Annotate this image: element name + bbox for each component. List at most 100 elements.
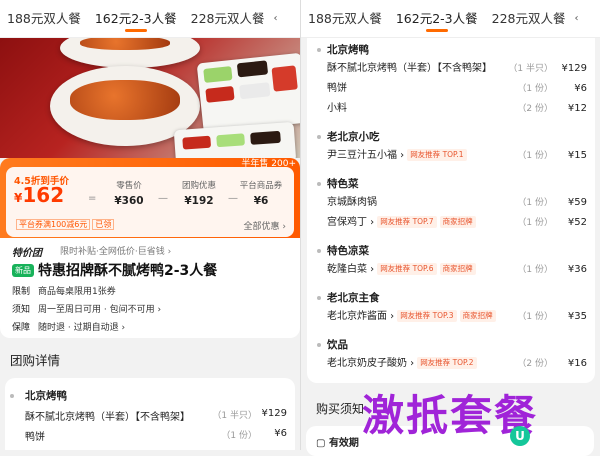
item-qty: （1 份）	[517, 151, 553, 161]
row-value: 周一至周日可用 · 包间不可用 ›	[38, 305, 162, 315]
item-name: 老北京炸酱面 ›	[327, 311, 395, 322]
recommend-tag: 网友推荐 TOP.2	[417, 357, 477, 369]
brand-subtitle[interactable]: 限时补贴·全网低价·巨省钱 ›	[60, 244, 171, 257]
group-title: 老北京主食	[327, 292, 380, 304]
side-cell-2	[216, 133, 245, 148]
price-breakdown: 4.5折到手价 ¥162 = 零售价 ¥360 — 团购优惠 ¥192 — 平台商品…	[6, 167, 294, 237]
group-title: 饮品	[327, 339, 348, 351]
group-title: 北京烤鸭	[327, 44, 369, 56]
row-value: 商品每桌限用1张券	[38, 287, 116, 297]
sugar-cell	[239, 82, 271, 100]
item-price: ¥36	[567, 264, 587, 275]
group-discount: 团购优惠 ¥192	[164, 179, 234, 207]
tabs-more-icon[interactable]: ‹	[272, 13, 278, 24]
side-cell-1	[182, 135, 212, 150]
item-price: ¥6	[274, 428, 287, 439]
platform-value: ¥6	[253, 195, 269, 207]
list-item[interactable]: 老北京奶皮子酸奶 › 网友推荐 TOP.2 （2 份） ¥16	[307, 357, 595, 371]
retail-price: 零售价 ¥360	[94, 179, 164, 207]
item-qty: （1 份）	[517, 312, 553, 322]
tabs-more-icon[interactable]: ‹	[573, 13, 579, 24]
section-title: 团购详情	[10, 353, 61, 368]
list-item[interactable]: 老北京炸酱面 › 网友推荐 TOP.3 商家招牌 （1 份） ¥35	[307, 310, 595, 324]
duck-slices-back	[80, 38, 170, 50]
list-item: 小料 （2 份） ¥12	[307, 102, 595, 116]
item-price: ¥16	[567, 358, 587, 369]
tab-188-double[interactable]: 188元双人餐	[0, 0, 88, 37]
item-qty: （1 份）	[517, 198, 553, 208]
guarantee-row[interactable]: 保障 随时退 · 过期自动退 ›	[12, 320, 125, 333]
item-qty: （1 份）	[517, 84, 553, 94]
tab-228-double[interactable]: 228元双人餐	[184, 0, 272, 37]
hero-image	[0, 38, 300, 158]
item-price: ¥12	[567, 103, 587, 114]
all-coupons-link[interactable]: 全部优惠 ›	[244, 219, 286, 232]
row-key: 须知	[12, 305, 31, 315]
item-name: 老北京奶皮子酸奶 ›	[327, 358, 415, 369]
notice-row[interactable]: 须知 周一至周日可用 · 包间不可用 ›	[12, 302, 161, 315]
item-price: ¥129	[261, 408, 287, 419]
item-qty: （2 份）	[517, 104, 553, 114]
item-name: 鸭饼	[327, 83, 347, 94]
item-qty: （1 份）	[517, 265, 553, 275]
item-qty: （1 半只）	[212, 411, 257, 421]
tab-228-double[interactable]: 228元双人餐	[485, 0, 573, 37]
left-screen: 188元双人餐 162元2-3人餐 228元双人餐 ‹ 半年售 200+ 4.5…	[0, 0, 300, 450]
final-price: ¥162	[14, 183, 64, 207]
list-item: 京城酥肉锅 （1 份） ¥59	[307, 196, 595, 210]
item-name: 酥不腻北京烤鸭（半套）【不含鸭架】	[25, 412, 190, 423]
item-price: ¥129	[561, 63, 587, 74]
recommend-tag: 网友推荐 TOP.7	[377, 216, 437, 228]
coupon-info: 平台券满100减6元 已领	[14, 219, 115, 230]
bullet-icon	[317, 249, 321, 253]
recommend-tag: 网友推荐 TOP.3	[397, 310, 457, 322]
item-name: 乾隆白菜 ›	[327, 264, 375, 275]
side-cell-3	[250, 130, 281, 145]
bullet-icon	[317, 296, 321, 300]
row-key: 保障	[12, 323, 31, 333]
list-item: 酥不腻北京烤鸭（半套）【不含鸭架】 （1 半只） ¥129	[307, 62, 595, 76]
retail-label: 零售价	[116, 181, 142, 191]
recommend-tag: 网友推荐 TOP.6	[377, 263, 437, 275]
list-item[interactable]: 宫保鸡丁 › 网友推荐 TOP.7 商家招牌 （1 份） ¥52	[307, 216, 595, 230]
validity-label: 有效期	[328, 438, 359, 449]
item-qty: （1 半只）	[508, 64, 553, 74]
item-price: ¥35	[567, 311, 587, 322]
recommend-tag: 商家招牌	[459, 310, 496, 322]
limit-row: 限制 商品每桌限用1张券	[12, 284, 116, 297]
recommend-tag: 网友推荐 TOP.1	[407, 149, 467, 161]
recommend-tag: 商家招牌	[439, 263, 476, 275]
tab-162-group[interactable]: 162元2-3人餐	[389, 0, 485, 37]
cucumber-cell	[203, 66, 233, 83]
row-value: 随时退 · 过期自动退 ›	[38, 323, 126, 333]
list-item[interactable]: 尹三豆汁五小福 › 网友推荐 TOP.1 （1 份） ¥15	[307, 149, 595, 163]
coupon-text: 平台券满100减6元	[16, 219, 91, 230]
tab-162-group[interactable]: 162元2-3人餐	[88, 0, 184, 37]
group-title: 特色凉菜	[327, 245, 369, 257]
item-name: 尹三豆汁五小福 ›	[327, 150, 405, 161]
package-tabs: 188元双人餐 162元2-3人餐 228元双人餐 ‹	[0, 0, 300, 38]
price-card: 半年售 200+ 4.5折到手价 ¥162 = 零售价 ¥360 — 团购优惠 ¥1…	[0, 158, 300, 238]
group-title: 北京烤鸭	[25, 390, 67, 402]
duck-slices	[70, 80, 180, 120]
sauce-tray	[196, 52, 300, 134]
tab-188-double[interactable]: 188元双人餐	[301, 0, 389, 37]
platform-coupon: 平台商品券 ¥6	[226, 179, 296, 207]
item-name: 鸭饼	[25, 432, 45, 443]
item-price: ¥15	[567, 150, 587, 161]
brand-label: 特价团	[12, 248, 42, 259]
group-title: 老北京小吃	[327, 131, 380, 143]
new-badge: 新品	[12, 264, 34, 277]
item-name: 宫保鸡丁 ›	[327, 217, 375, 228]
deal-info: 特价团 限时补贴·全网低价·巨省钱 › 新品 特惠招牌酥不腻烤鸭2-3人餐 限制…	[0, 238, 300, 338]
list-item[interactable]: 乾隆白菜 › 网友推荐 TOP.6 商家招牌 （1 份） ¥36	[307, 263, 595, 277]
price-amount: 162	[22, 183, 65, 207]
item-qty: （2 份）	[517, 359, 553, 369]
row-key: 限制	[12, 287, 31, 297]
item-qty: （1 份）	[221, 431, 257, 441]
item-price: ¥52	[567, 217, 587, 228]
bullet-icon	[317, 182, 321, 186]
coupon-status: 已领	[92, 219, 115, 230]
validity-title: ▢ 有效期	[316, 438, 359, 449]
detail-card: 北京烤鸭 酥不腻北京烤鸭（半套）【不含鸭架】 （1 半只） ¥129 鸭饼 （1…	[5, 378, 295, 450]
